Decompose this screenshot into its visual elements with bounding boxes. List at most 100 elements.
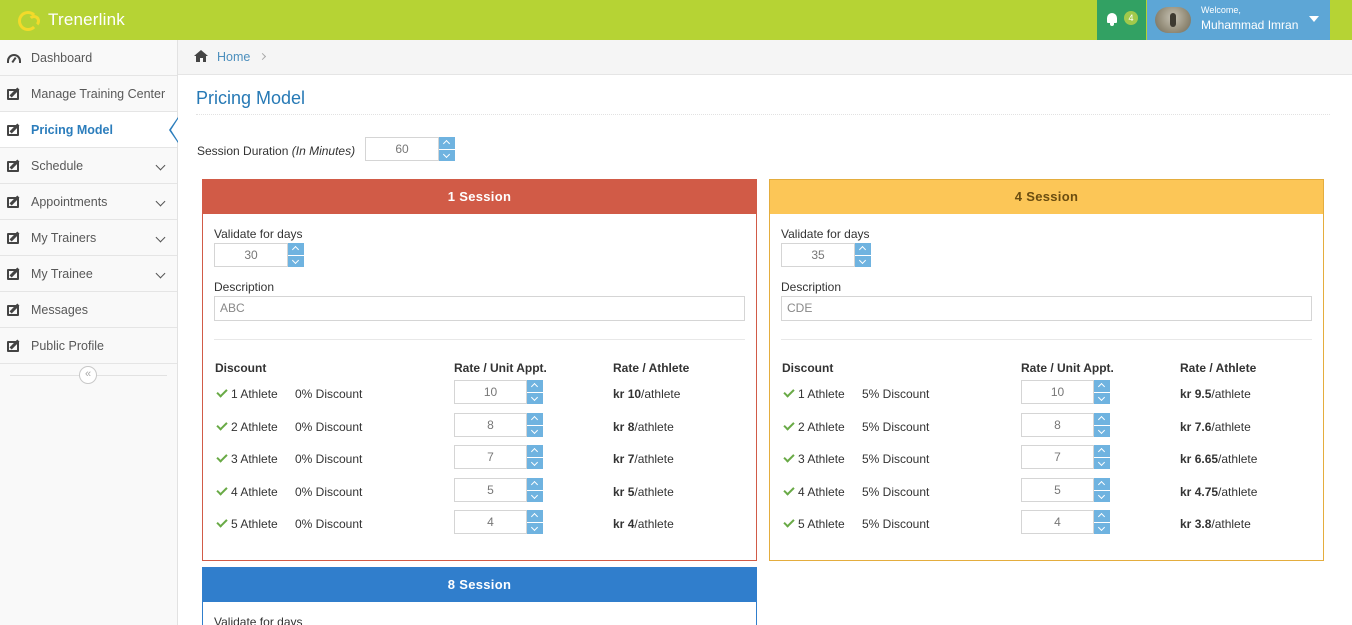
increment-button[interactable]	[527, 445, 543, 457]
currency: kr	[1180, 387, 1192, 401]
rate-unit-stepper: 10	[1021, 380, 1110, 404]
sidebar-item-pricing-model[interactable]: Pricing Model	[0, 112, 178, 148]
increment-button[interactable]	[439, 137, 455, 149]
chevron-down-icon	[155, 160, 166, 171]
increment-button[interactable]	[527, 510, 543, 522]
pricing-panel: 8 Session Validate for days	[202, 567, 757, 625]
sidebar-item-my-trainers[interactable]: My Trainers	[0, 220, 177, 256]
decrement-button[interactable]	[527, 457, 543, 469]
rate-unit-stepper: 8	[1021, 412, 1110, 437]
rate-athlete-header: Rate / Athlete	[613, 361, 690, 375]
decrement-button[interactable]	[527, 489, 543, 502]
sidebar-item-manage-training-center[interactable]: Manage Training Center	[0, 76, 177, 112]
notifications-button[interactable]: 4	[1097, 0, 1146, 40]
home-icon	[194, 50, 208, 62]
user-menu[interactable]: Welcome, Muhammad Imran	[1147, 0, 1330, 40]
rate-unit-input[interactable]: 7	[454, 445, 527, 469]
caret-down-icon	[1309, 16, 1319, 22]
discount-value: 0% Discount	[295, 419, 363, 434]
rate-athlete-amount: kr 3.8	[1180, 517, 1211, 531]
breadcrumb-home-link[interactable]: Home	[217, 50, 250, 64]
decrement-button[interactable]	[439, 149, 455, 161]
validate-days-input[interactable]: 30	[214, 243, 288, 267]
discount-value: 5% Discount	[862, 484, 930, 499]
edit-icon	[7, 269, 19, 280]
athlete-count: 4 Athlete	[231, 484, 278, 499]
breadcrumb: Home	[178, 40, 1352, 75]
check-icon	[216, 451, 228, 463]
per-athlete-suffix: /athlete	[1211, 517, 1251, 531]
sidebar-item-messages[interactable]: Messages	[0, 292, 177, 328]
currency: kr	[1180, 484, 1192, 499]
session-duration-input[interactable]: 60	[365, 137, 439, 161]
validate-days-input[interactable]: 35	[781, 243, 855, 267]
increment-button[interactable]	[1094, 412, 1110, 425]
athlete-count: 1 Athlete	[798, 387, 845, 401]
sidebar-nav: Dashboard Manage Training Center Pricing M…	[0, 40, 178, 364]
increment-button[interactable]	[288, 243, 304, 255]
rate-unit-input[interactable]: 8	[454, 412, 527, 437]
increment-button[interactable]	[527, 380, 543, 392]
sidebar-item-appointments[interactable]: Appointments	[0, 184, 177, 220]
rate-unit-input[interactable]: 5	[1021, 477, 1094, 502]
panel-body: Validate for days	[203, 602, 756, 625]
currency: kr	[613, 452, 625, 466]
discount-value: 0% Discount	[295, 387, 363, 401]
rate-unit-input[interactable]: 10	[1021, 380, 1094, 404]
increment-button[interactable]	[855, 243, 871, 255]
sidebar-item-public-profile[interactable]: Public Profile	[0, 328, 177, 364]
discount-value: 5% Discount	[862, 419, 930, 434]
increment-button[interactable]	[527, 412, 543, 425]
edit-icon	[7, 341, 19, 352]
collapse-sidebar-button[interactable]: «	[79, 366, 97, 384]
validate-days-label: Validate for days	[781, 227, 870, 241]
edit-icon	[7, 161, 19, 172]
rate-athlete-amount: kr 4	[613, 517, 634, 531]
increment-button[interactable]	[527, 477, 543, 490]
rate-unit-input[interactable]: 8	[1021, 412, 1094, 437]
decrement-button[interactable]	[288, 255, 304, 267]
title-divider	[196, 114, 1330, 115]
sidebar-item-label: Public Profile	[31, 338, 104, 353]
amount: 9.5	[1194, 387, 1212, 401]
chevron-right-icon	[258, 52, 267, 61]
sidebar-item-my-trainee[interactable]: My Trainee	[0, 256, 177, 292]
decrement-button[interactable]	[1094, 522, 1110, 534]
increment-button[interactable]	[1094, 445, 1110, 457]
decrement-button[interactable]	[1094, 489, 1110, 502]
rate-unit-input[interactable]: 5	[454, 477, 527, 502]
increment-button[interactable]	[1094, 477, 1110, 490]
validate-days-label: Validate for days	[214, 227, 303, 241]
increment-button[interactable]	[1094, 380, 1110, 392]
check-icon	[783, 418, 795, 431]
description-input[interactable]: ABC	[214, 296, 745, 321]
per-athlete-suffix: /athlete	[634, 517, 674, 531]
brand-logo[interactable]: Trenerlink	[18, 8, 125, 32]
rate-unit-stepper: 8	[454, 412, 543, 437]
decrement-button[interactable]	[1094, 392, 1110, 404]
discount-value: 5% Discount	[862, 517, 930, 531]
sidebar-item-dashboard[interactable]: Dashboard	[0, 40, 177, 76]
validate-days-stepper: 35	[781, 243, 871, 267]
per-athlete-suffix: /athlete	[1218, 452, 1258, 466]
rate-athlete-amount: kr 9.5	[1180, 387, 1211, 401]
chevron-down-icon	[155, 196, 166, 207]
description-label: Description	[781, 280, 842, 294]
validate-days-stepper: 30	[214, 243, 304, 267]
rate-unit-input[interactable]: 10	[454, 380, 527, 404]
decrement-button[interactable]	[855, 255, 871, 267]
decrement-button[interactable]	[527, 424, 543, 437]
rate-unit-input[interactable]: 7	[1021, 445, 1094, 469]
rate-unit-input[interactable]: 4	[1021, 510, 1094, 534]
rate-unit-input[interactable]: 4	[454, 510, 527, 534]
rate-athlete-value: kr 4/athlete	[613, 517, 674, 531]
decrement-button[interactable]	[1094, 424, 1110, 437]
sidebar-item-schedule[interactable]: Schedule	[0, 148, 177, 184]
increment-button[interactable]	[1094, 510, 1110, 522]
decrement-button[interactable]	[527, 522, 543, 534]
description-input[interactable]: CDE	[781, 296, 1312, 321]
rate-athlete-value: kr 5/athlete	[613, 485, 674, 499]
rate-unit-stepper: 7	[454, 445, 543, 469]
decrement-button[interactable]	[527, 392, 543, 404]
decrement-button[interactable]	[1094, 457, 1110, 469]
